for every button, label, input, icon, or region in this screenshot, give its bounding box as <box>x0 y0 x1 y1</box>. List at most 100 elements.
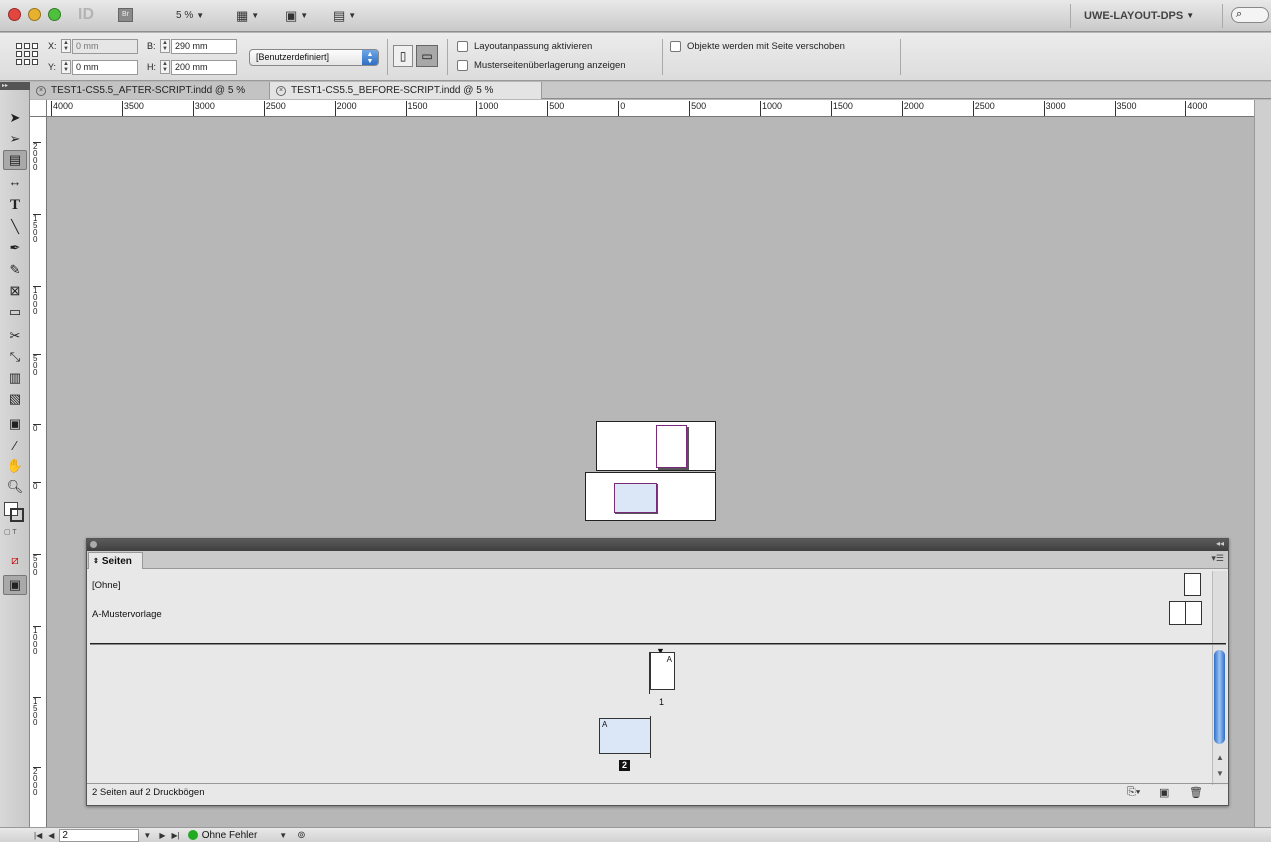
first-page-icon[interactable]: |◀ <box>34 831 42 840</box>
layout-adjust-checkbox[interactable] <box>457 41 468 52</box>
chevron-down-icon: ▼ <box>300 11 309 20</box>
help-search-field[interactable]: ⌕ <box>1231 7 1269 23</box>
master-none-thumbnail[interactable] <box>1184 573 1201 596</box>
close-icon[interactable]: × <box>276 85 286 96</box>
zoom-level-dropdown[interactable]: 5 % ▼ <box>176 7 204 24</box>
reference-point-icon[interactable] <box>16 43 38 65</box>
screen-mode-dropdown[interactable]: ▣ ▼ <box>285 7 308 24</box>
new-page-icon[interactable]: ▣ <box>1159 786 1169 799</box>
vertical-scrollbar[interactable] <box>1254 100 1271 827</box>
apply-none-icon[interactable]: ⧄ <box>3 550 27 570</box>
ruler-origin[interactable] <box>30 100 47 117</box>
objects-move-checkbox[interactable] <box>670 41 681 52</box>
gradient-swatch-tool-icon[interactable]: ▥ <box>3 368 27 388</box>
last-page-icon[interactable]: ▶| <box>171 831 179 840</box>
ruler-tick-label: 1500 <box>405 101 428 116</box>
line-tool-icon[interactable]: ╲ <box>3 217 27 237</box>
tab-pages[interactable]: ⇕ Seiten <box>88 552 143 569</box>
y-label: Y: <box>48 62 57 72</box>
horizontal-ruler[interactable]: 4000 3500 3000 2500 2000 1500 1000 500 0 500 1000 1… <box>47 100 1254 117</box>
ruler-tick-label: 1000 <box>760 101 782 116</box>
pencil-tool-icon[interactable]: ✎ <box>3 260 27 280</box>
y-stepper[interactable]: ▲ ▼ <box>61 60 71 74</box>
next-page-icon[interactable]: ▶ <box>159 831 165 840</box>
free-transform-tool-icon[interactable]: ⤡ <box>3 347 27 367</box>
page-tool-icon[interactable]: ▤ <box>3 150 27 170</box>
hand-tool-icon[interactable]: ✋ <box>3 456 27 476</box>
bridge-button[interactable]: Br <box>118 8 133 22</box>
chevron-down-icon[interactable]: ▼ <box>279 831 287 840</box>
type-tool-icon[interactable]: T <box>3 195 27 215</box>
ruler-tick-label: 1 0 0 0 <box>33 626 41 656</box>
panel-titlebar[interactable]: ◂◂ <box>87 539 1228 551</box>
page-2-thumbnail[interactable] <box>614 483 657 513</box>
screen-mode-icon[interactable]: ▣ <box>3 575 27 595</box>
control-panel: X: ▲ ▼ 0 mm Y: ▲ ▼ 0 mm B: ▲ ▼ 290 mm H: ▲ ▼… <box>0 33 1271 81</box>
vertical-ruler[interactable]: 2 0 0 0 1 5 0 0 1 0 0 0 5 0 0 0 0 5 0 0 1 0 0 0… <box>30 117 47 827</box>
collapse-panel-icon[interactable]: ▸▸ <box>0 82 30 90</box>
master-none[interactable]: [Ohne] <box>92 580 121 591</box>
tab-after-script[interactable]: × TEST1-CS5.5_AFTER-SCRIPT.indd @ 5 % <box>30 82 270 99</box>
gradient-feather-tool-icon[interactable]: ▧ <box>3 389 27 409</box>
view-options-dropdown[interactable]: ▦ ▼ <box>236 7 259 24</box>
height-stepper[interactable]: ▲ ▼ <box>160 60 170 74</box>
scissors-tool-icon[interactable]: ✂ <box>3 326 27 346</box>
height-field[interactable]: 200 mm <box>171 60 237 75</box>
minimize-window-button[interactable] <box>28 8 41 21</box>
page-size-select[interactable]: [Benutzerdefiniert] ▲ ▼ <box>249 49 379 66</box>
preflight-panel-icon[interactable]: ⊚ <box>297 830 305 841</box>
tab-before-script[interactable]: × TEST1-CS5.5_BEFORE-SCRIPT.indd @ 5 % <box>270 82 542 99</box>
width-stepper[interactable]: ▲ ▼ <box>160 39 170 53</box>
stroke-swatch-icon[interactable] <box>10 508 24 522</box>
width-field[interactable]: 290 mm <box>171 39 237 54</box>
page-size-icon[interactable]: ⎘▾ <box>1127 786 1140 799</box>
y-field[interactable]: 0 mm <box>72 60 138 75</box>
zoom-window-button[interactable] <box>48 8 61 21</box>
ruler-tick-label: 2000 <box>901 101 924 116</box>
ruler-tick-label: 1 0 0 0 <box>33 286 41 316</box>
pages-scrollbar[interactable]: ▲ ▼ <box>1212 645 1227 785</box>
page-1-thumbnail[interactable] <box>656 425 687 468</box>
landscape-orientation-button[interactable]: ▭ <box>416 45 438 67</box>
master-overlay-checkbox[interactable] <box>457 60 468 71</box>
page-2-icon[interactable]: A <box>599 718 651 754</box>
spread-1[interactable] <box>596 421 716 471</box>
chevron-down-icon[interactable]: ▼ <box>143 831 151 840</box>
page-1-icon[interactable]: A <box>650 652 675 690</box>
close-icon[interactable] <box>90 541 97 548</box>
panel-divider[interactable] <box>90 643 1226 645</box>
note-tool-icon[interactable]: ▣ <box>3 414 27 434</box>
x-stepper[interactable]: ▲ ▼ <box>61 39 71 53</box>
ruler-tick-label: 1 5 0 0 <box>33 214 41 244</box>
previous-page-icon[interactable]: ◀ <box>48 831 54 840</box>
zoom-tool-icon[interactable]: 🔍︎ <box>3 477 27 497</box>
ruler-tick-label: 2000 <box>334 101 357 116</box>
ruler-tick-label: 0 <box>33 424 41 433</box>
pen-tool-icon[interactable]: ✒ <box>3 238 27 258</box>
scroll-up-icon[interactable]: ▲ <box>1216 753 1224 762</box>
gap-tool-icon[interactable]: ↔ <box>3 171 27 191</box>
direct-selection-tool-icon[interactable]: ➢ <box>3 129 27 149</box>
scroll-down-icon[interactable]: ▼ <box>1216 769 1224 778</box>
portrait-orientation-button[interactable]: ▯ <box>393 45 413 67</box>
spread-2[interactable] <box>585 472 716 521</box>
selection-tool-icon[interactable]: ➤ <box>3 108 27 128</box>
arrange-documents-dropdown[interactable]: ▤ ▼ <box>333 7 356 24</box>
workspace-switcher[interactable]: UWE-LAYOUT-DPS ▼ <box>1084 7 1194 24</box>
scrollbar-thumb[interactable] <box>1214 650 1225 744</box>
master-a[interactable]: A-Mustervorlage <box>92 609 162 620</box>
master-a-thumbnail[interactable] <box>1169 601 1202 625</box>
x-field[interactable]: 0 mm <box>72 39 138 54</box>
collapse-panel-icon[interactable]: ◂◂ <box>1216 539 1224 548</box>
rectangle-frame-tool-icon[interactable]: ⊠ <box>3 281 27 301</box>
page-number-field[interactable]: 2 <box>59 828 140 842</box>
formatting-affects-icon[interactable]: ▢ T <box>4 528 17 536</box>
trash-icon[interactable]: 🗑︎ <box>1189 786 1203 799</box>
eyedropper-tool-icon[interactable]: ⁄ <box>3 435 27 455</box>
close-icon[interactable]: × <box>36 85 46 96</box>
masters-scrollbar[interactable] <box>1212 571 1227 643</box>
rectangle-tool-icon[interactable]: ▭ <box>3 302 27 322</box>
panel-menu-icon[interactable]: ▾☰ <box>1211 553 1224 564</box>
close-window-button[interactable] <box>8 8 21 21</box>
objects-move-label: Objekte werden mit Seite verschoben <box>687 41 845 52</box>
